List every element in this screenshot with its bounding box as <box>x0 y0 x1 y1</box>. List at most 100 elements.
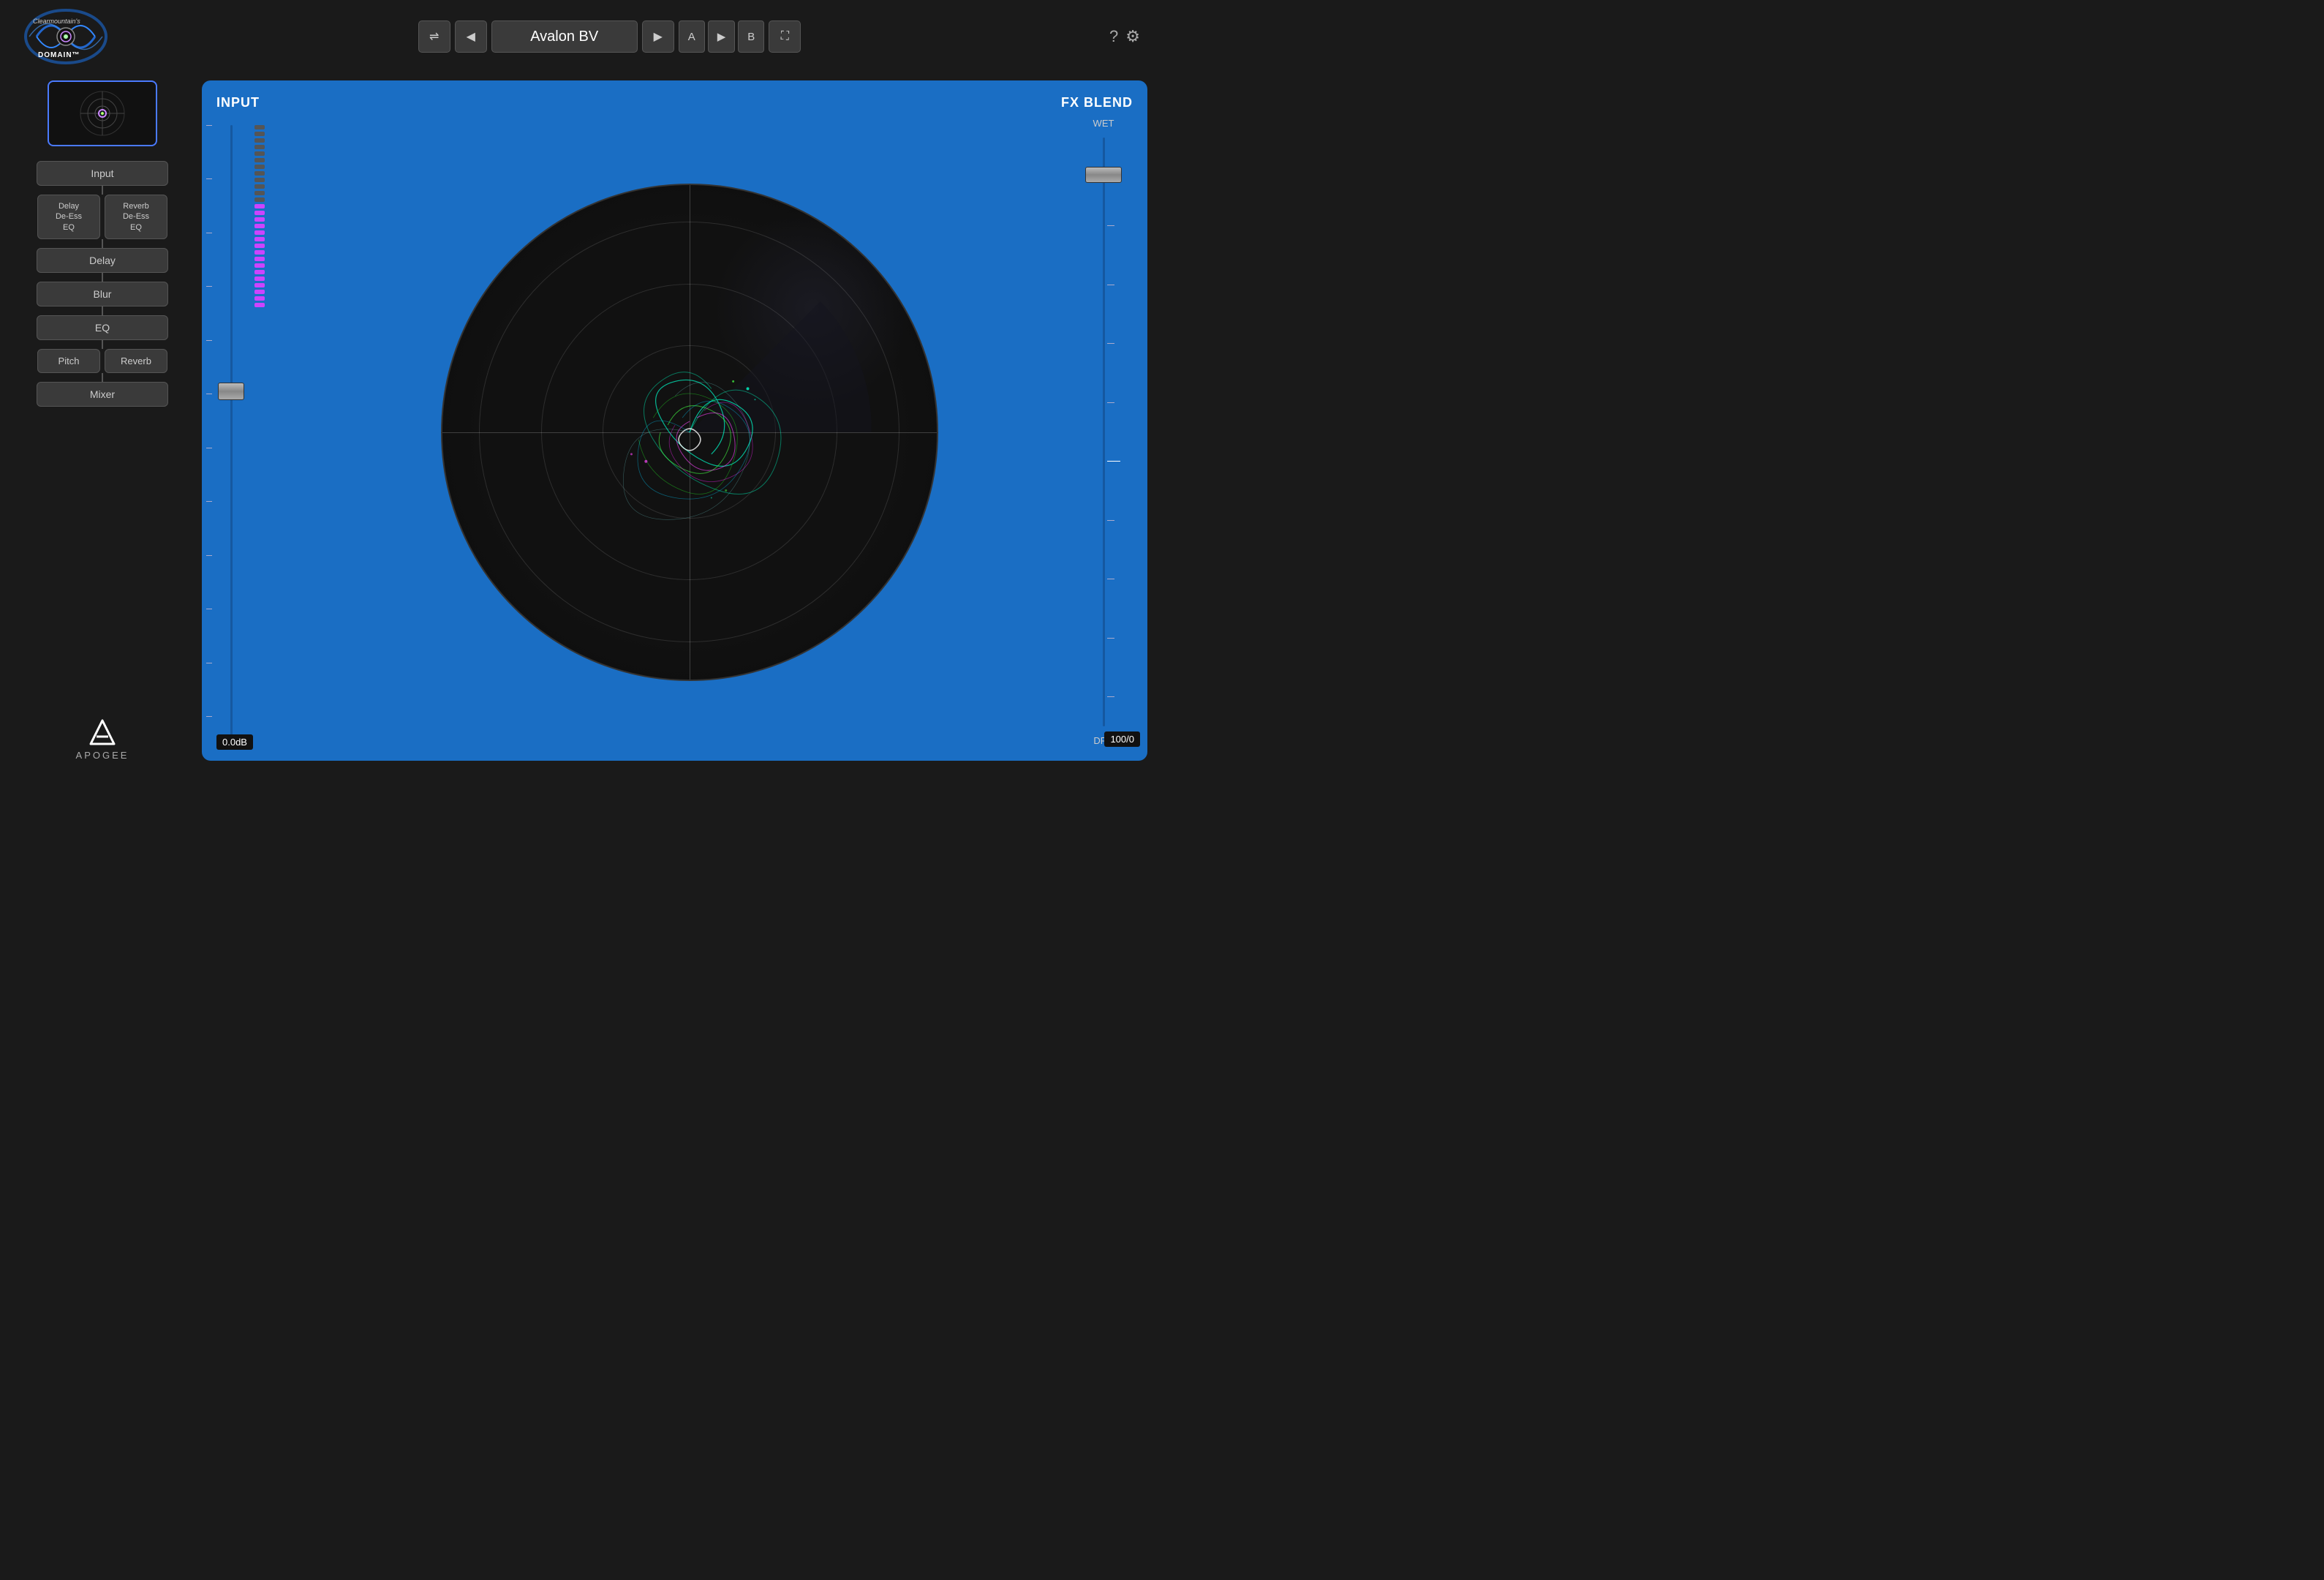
app-logo: Clearmountain's DOMAIN™ <box>22 7 110 66</box>
sidebar-item-input[interactable]: Input <box>37 161 168 186</box>
meter-dot-active <box>254 276 265 281</box>
meter-dot-inactive <box>254 184 265 189</box>
meter-dot-active <box>254 283 265 287</box>
panel-content: 0.0dB <box>216 118 1133 746</box>
meter-dot-inactive <box>254 191 265 195</box>
tick <box>206 125 212 126</box>
svg-text:DOMAIN™: DOMAIN™ <box>38 51 80 59</box>
top-right-icons: ? ⚙ <box>1109 27 1140 46</box>
meter-dot-active <box>254 204 265 208</box>
next-preset-button[interactable]: ▶ <box>642 20 674 53</box>
top-controls: ⇌ ◀ Avalon BV ▶ A ▶ B ⛶ <box>418 20 801 53</box>
meter-dot-inactive <box>254 165 265 169</box>
meter-dot-active <box>254 217 265 222</box>
input-fader-rail[interactable] <box>230 125 233 739</box>
input-label: INPUT <box>216 95 260 110</box>
meter-dot-active <box>254 250 265 255</box>
main-panel: INPUT FX BLEND <box>202 80 1147 761</box>
fx-tick <box>1107 638 1114 639</box>
sidebar-item-reverb[interactable]: Reverb <box>105 349 167 373</box>
fx-blend-wet-label: WET <box>1093 118 1114 129</box>
visualizer-box[interactable] <box>48 80 157 146</box>
meter-dot-active <box>254 244 265 248</box>
fx-blend-value-container: 100/0 <box>1104 733 1140 746</box>
prev-preset-button[interactable]: ◀ <box>455 20 487 53</box>
radar-area <box>316 118 1063 746</box>
sidebar-item-delay-deess-eq[interactable]: DelayDe-EssEQ <box>37 195 100 239</box>
meter-dot-active <box>254 296 265 301</box>
meter-dot-inactive <box>254 178 265 182</box>
pitch-reverb-row: Pitch Reverb <box>37 349 167 373</box>
fx-tick <box>1107 402 1114 403</box>
input-meter <box>252 118 268 746</box>
radar-visualization <box>442 185 937 680</box>
meter-dot-active <box>254 211 265 215</box>
sidebar-item-mixer[interactable]: Mixer <box>37 382 168 407</box>
fx-blend-label: FX BLEND <box>1061 95 1133 110</box>
input-fader-track <box>216 118 246 746</box>
shuffle-button[interactable]: ⇌ <box>418 20 450 53</box>
meter-dot-active <box>254 257 265 261</box>
top-bar: Clearmountain's DOMAIN™ ⇌ ◀ Avalon BV ▶ … <box>0 0 1162 73</box>
main-layout: Input DelayDe-EssEQ ReverbDe-EssEQ Delay… <box>0 73 1162 775</box>
ab-group: A ▶ B <box>679 20 765 53</box>
fader-ticks-left <box>206 125 212 717</box>
meter-dot-active <box>254 263 265 268</box>
meter-dot-active <box>254 290 265 294</box>
connector-line-5 <box>102 340 103 349</box>
sidebar-item-blur[interactable]: Blur <box>37 282 168 306</box>
radar-circle <box>441 184 938 681</box>
meter-dot-active <box>254 270 265 274</box>
fx-tick <box>1107 225 1114 226</box>
settings-button[interactable]: ⚙ <box>1125 27 1140 46</box>
connector-line-6 <box>102 373 103 382</box>
play-button[interactable]: ▶ <box>708 20 736 53</box>
fx-blend-strip: WET <box>1074 118 1133 746</box>
deess-row: DelayDe-EssEQ ReverbDe-EssEQ <box>37 195 167 239</box>
svg-text:Clearmountain's: Clearmountain's <box>33 18 80 25</box>
connector-line-2 <box>102 239 103 248</box>
sidebar-item-delay[interactable]: Delay <box>37 248 168 273</box>
meter-dot-inactive <box>254 151 265 156</box>
sidebar: Input DelayDe-EssEQ ReverbDe-EssEQ Delay… <box>15 80 190 761</box>
fx-blend-handle[interactable] <box>1085 167 1122 183</box>
tick <box>206 340 212 341</box>
meter-dot-active <box>254 303 265 307</box>
fx-blend-rail[interactable] <box>1103 138 1105 726</box>
fx-blend-ticks <box>1107 138 1120 726</box>
input-strip: 0.0dB <box>216 118 304 746</box>
sidebar-item-reverb-deess-eq[interactable]: ReverbDe-EssEQ <box>105 195 167 239</box>
meter-dot-inactive <box>254 198 265 202</box>
connector-line-3 <box>102 273 103 282</box>
fx-blend-value: 100/0 <box>1104 731 1140 747</box>
apogee-label: APOGEE <box>76 750 129 761</box>
fx-tick <box>1107 696 1114 697</box>
input-fader-handle[interactable] <box>218 383 244 400</box>
meter-dot-inactive <box>254 158 265 162</box>
b-button[interactable]: B <box>738 20 764 53</box>
help-button[interactable]: ? <box>1109 27 1118 46</box>
sidebar-item-eq[interactable]: EQ <box>37 315 168 340</box>
input-fader-value: 0.0dB <box>216 734 253 750</box>
connector-line-4 <box>102 306 103 315</box>
fx-tick <box>1107 520 1114 521</box>
a-button[interactable]: A <box>679 20 705 53</box>
panel-top-labels: INPUT FX BLEND <box>216 95 1133 110</box>
tick <box>206 716 212 717</box>
input-value-label: 0.0dB <box>216 736 253 749</box>
meter-dot-inactive <box>254 171 265 176</box>
fx-tick <box>1107 343 1114 344</box>
tick <box>206 501 212 502</box>
logo-area: Clearmountain's DOMAIN™ <box>22 7 110 66</box>
fx-mid-line <box>1107 461 1120 462</box>
tick <box>206 286 212 287</box>
sidebar-item-pitch[interactable]: Pitch <box>37 349 100 373</box>
apogee-logo: APOGEE <box>76 718 129 761</box>
meter-dot-inactive <box>254 132 265 136</box>
tick <box>206 555 212 556</box>
meter-dot-inactive <box>254 125 265 129</box>
meter-dot-active <box>254 237 265 241</box>
fullscreen-button[interactable]: ⛶ <box>769 20 801 53</box>
meter-dot-active <box>254 224 265 228</box>
meter-dot-active <box>254 230 265 235</box>
